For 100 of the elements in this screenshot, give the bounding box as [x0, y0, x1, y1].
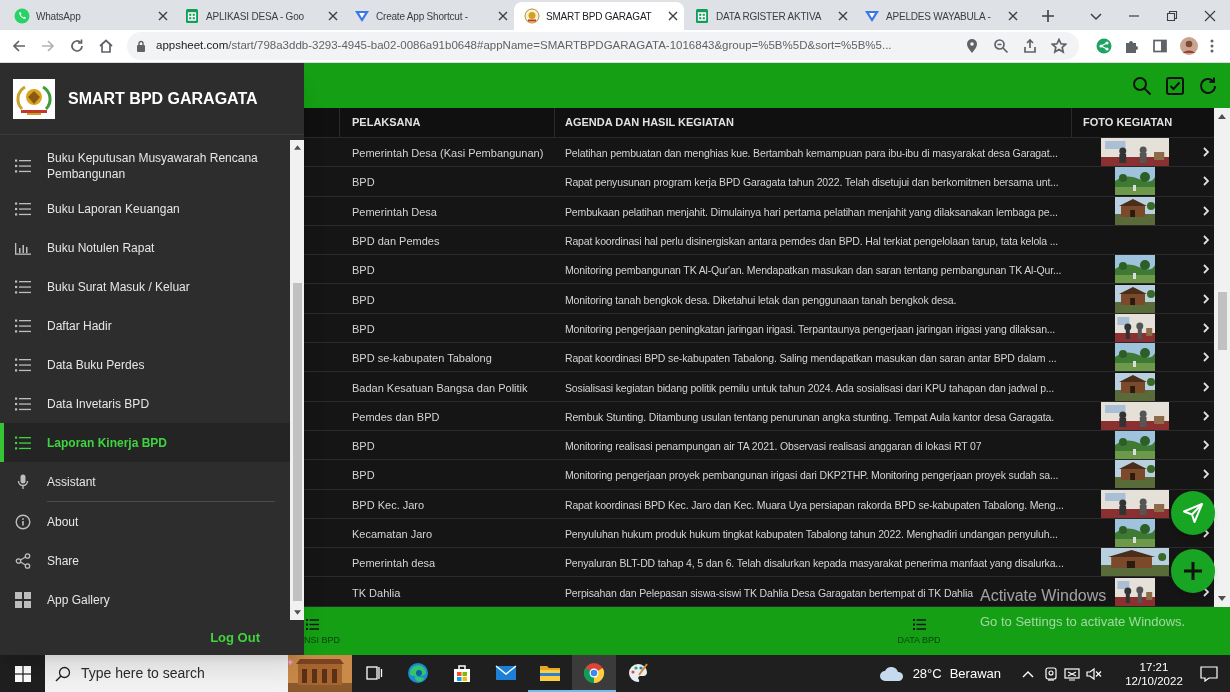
- browser-tab[interactable]: DATA RGISTER AKTIVA: [684, 2, 854, 30]
- table-cell: Monitoring realisasi penampungan air TA 2021. Observasi realisasi anggaran di lokasi RT 07: [565, 440, 982, 453]
- chevron-right-icon[interactable]: [1203, 410, 1209, 421]
- chevron-logo-icon: [354, 8, 370, 24]
- network-icon[interactable]: [1064, 666, 1080, 681]
- close-icon[interactable]: [158, 11, 168, 21]
- back-icon[interactable]: [11, 38, 27, 54]
- chevron-right-icon[interactable]: [1203, 586, 1209, 597]
- browser-tab[interactable]: Create App Shortcut -: [344, 2, 514, 30]
- column-header[interactable]: PELAKSANA: [340, 108, 555, 137]
- camera-icon[interactable]: [1044, 666, 1058, 681]
- reload-icon[interactable]: [69, 38, 85, 54]
- chevron-right-icon[interactable]: [1203, 469, 1209, 480]
- location-pin-icon[interactable]: [964, 38, 980, 54]
- weather-temperature[interactable]: 28°C: [912, 663, 942, 684]
- close-icon[interactable]: [1008, 11, 1018, 21]
- close-icon[interactable]: [668, 11, 678, 21]
- weather-condition[interactable]: Berawan: [949, 663, 1001, 684]
- scroll-up-icon: [293, 145, 301, 150]
- sidebar-item[interactable]: Buku Notulen Rapat: [0, 228, 290, 267]
- share-icon[interactable]: [1022, 38, 1038, 54]
- nav-tab[interactable]: DATA BPD: [889, 619, 949, 655]
- chevron-right-icon[interactable]: [1203, 352, 1209, 363]
- close-icon[interactable]: [838, 11, 848, 21]
- list-icon: [912, 619, 926, 630]
- scrollbar[interactable]: [1214, 108, 1230, 607]
- chevron-right-icon[interactable]: [1203, 176, 1209, 187]
- close-icon[interactable]: [328, 11, 338, 21]
- avatar-icon[interactable]: [1180, 37, 1198, 55]
- table-cell: BPD: [352, 440, 375, 453]
- table-cell: BPD: [352, 264, 375, 277]
- nav-tab[interactable]: NSI BPD: [304, 619, 344, 655]
- chevron-right-icon[interactable]: [1203, 264, 1209, 275]
- chevron-right-icon[interactable]: [1203, 147, 1209, 158]
- sidebar-item[interactable]: Buku Surat Masuk / Keluar: [0, 267, 290, 306]
- dropdown-icon[interactable]: [1090, 10, 1102, 22]
- menu-icon[interactable]: [1210, 38, 1214, 54]
- home-icon[interactable]: [98, 38, 114, 54]
- browser-tab[interactable]: WhatsApp: [4, 2, 174, 30]
- sidebar-item[interactable]: Data Invetaris BPD: [0, 384, 290, 423]
- browser-tab[interactable]: SMART BPD GARAGAT: [514, 2, 684, 30]
- microphone-icon: [17, 473, 29, 490]
- cloud-icon[interactable]: [878, 665, 905, 682]
- sidebar-item[interactable]: Buku Keputusan Musyawarah Rencana Pembangunan: [0, 143, 290, 189]
- table-cell: BPD: [352, 176, 375, 189]
- sidebar-item[interactable]: About: [0, 502, 290, 541]
- sidebar-item[interactable]: Laporan Kinerja BPD: [0, 423, 290, 462]
- column-header[interactable]: FOTO KEGIATAN: [1072, 108, 1198, 137]
- plus-icon: [1183, 561, 1203, 581]
- new-tab-icon[interactable]: [1041, 9, 1055, 23]
- close-icon[interactable]: [1204, 10, 1216, 22]
- sidebar-item[interactable]: Buku Laporan Keuangan: [0, 189, 290, 228]
- browser-tab[interactable]: APELDES WAYABULA -: [854, 2, 1024, 30]
- chevron-right-icon[interactable]: [1203, 293, 1209, 304]
- chevron-right-icon[interactable]: [1203, 235, 1209, 246]
- notification-icon[interactable]: [1200, 665, 1218, 682]
- zoom-out-icon[interactable]: [993, 38, 1009, 54]
- chevron-right-icon[interactable]: [1203, 205, 1209, 216]
- scrollbar-thumb[interactable]: [1217, 292, 1227, 350]
- puzzle-icon[interactable]: [1124, 38, 1140, 54]
- send-button[interactable]: [1171, 491, 1215, 535]
- table-cell: BPD dan Pemdes: [352, 235, 440, 248]
- browser-tab[interactable]: APLIKASI DESA - Goo: [174, 2, 344, 30]
- search-icon[interactable]: [1132, 75, 1152, 96]
- chevron-right-icon[interactable]: [1203, 322, 1209, 333]
- table-cell: Rapat koordinasi hal perlu disinergiskan antara pemdes dan BPD. Hal terkiat pengelolaan tarup, tata kelola ...: [565, 235, 1059, 248]
- refresh-icon[interactable]: [1198, 75, 1218, 96]
- add-button[interactable]: [1171, 549, 1215, 593]
- logout-button[interactable]: Log Out: [210, 627, 260, 648]
- mail-icon: [495, 664, 517, 681]
- spreadsheet-icon: [184, 8, 200, 24]
- side-panel-icon[interactable]: [1152, 38, 1168, 54]
- table-cell: Monitoring pengerjaan peningkatan jaringan irigasi. Terpantaunya pengerjaan jaringan irigasi yang dilaksan...: [565, 322, 1056, 335]
- scrollbar[interactable]: [290, 140, 304, 620]
- table-cell: Kecamatan Jaro: [352, 528, 433, 540]
- clock[interactable]: 17:21 12/10/2022: [1122, 659, 1186, 688]
- sidebar-item[interactable]: Daftar Hadir: [0, 306, 290, 345]
- sidebar-item[interactable]: Assistant: [0, 462, 290, 501]
- chevron-right-icon[interactable]: [1203, 381, 1209, 392]
- chevron-right-icon[interactable]: [1203, 440, 1209, 451]
- windows-logo-icon[interactable]: [14, 665, 31, 682]
- sidebar-item[interactable]: Share: [0, 541, 290, 580]
- table-cell: Sosialisasi kegiatan bidang politik pemilu untuk tahun 2024. Ada sosialisasi dari KPU tahapan dan jadwal p...: [565, 381, 1055, 394]
- search-field[interactable]: Type here to search: [45, 655, 352, 692]
- star-icon[interactable]: [1051, 38, 1067, 54]
- info-icon: [15, 513, 31, 530]
- sidebar-item[interactable]: Data Buku Perdes: [0, 345, 290, 384]
- mute-icon[interactable]: [1086, 666, 1102, 681]
- checkbox-icon[interactable]: [1165, 75, 1185, 96]
- circle-logo-icon: [583, 661, 605, 684]
- close-icon[interactable]: [498, 11, 508, 21]
- sidebar-item[interactable]: App Gallery: [0, 580, 290, 619]
- restore-icon[interactable]: [1166, 10, 1178, 22]
- chevron-up-icon[interactable]: [1022, 669, 1034, 678]
- share-icon: [15, 552, 31, 569]
- address-bar[interactable]: appsheet.com/start/798a3ddb-3293-4945-ba02-0086a91b0648#appName=SMARTBPDGARAGATA-1016843&group=%5B%5D&sort=%5B%5...: [127, 32, 1079, 60]
- column-header[interactable]: AGENDA DAN HASIL KEGIATAN: [555, 108, 1072, 137]
- table-cell: Pemerintah desa: [352, 557, 436, 570]
- taskbar-button[interactable]: [572, 655, 616, 692]
- scrollbar-thumb[interactable]: [292, 283, 302, 601]
